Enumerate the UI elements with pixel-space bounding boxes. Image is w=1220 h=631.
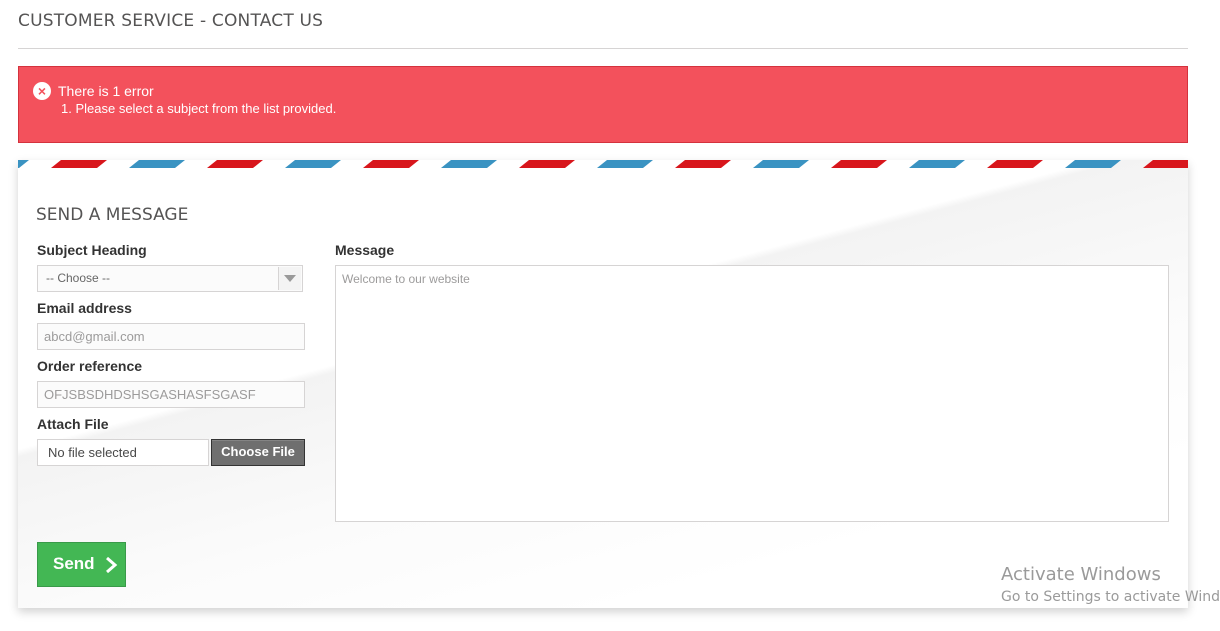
subject-selected-value: -- Choose -- [46, 271, 111, 285]
send-button[interactable]: Send [37, 542, 126, 587]
airmail-stripe [129, 160, 185, 168]
attach-file-label: Attach File [37, 416, 109, 432]
airmail-stripe [909, 160, 965, 168]
airmail-stripe [675, 160, 731, 168]
activate-windows-title: Activate Windows [1001, 564, 1161, 585]
email-label: Email address [37, 300, 132, 316]
airmail-stripe [831, 160, 887, 168]
order-reference-field[interactable]: OFJSBSDHDSHSGASHASFSGASF [37, 381, 305, 408]
airmail-stripe [51, 160, 107, 168]
subject-select[interactable]: -- Choose -- [37, 265, 303, 292]
subject-label: Subject Heading [37, 242, 147, 258]
airmail-stripe [1143, 160, 1188, 168]
airmail-stripe [285, 160, 341, 168]
error-alert: × There is 1 error 1. Please select a su… [18, 66, 1188, 143]
airmail-border [18, 160, 1188, 168]
order-reference-label: Order reference [37, 358, 143, 374]
send-label: Send [53, 554, 95, 573]
airmail-stripe [363, 160, 419, 168]
contact-page: CUSTOMER SERVICE - CONTACT US × There is… [0, 0, 1220, 631]
airmail-stripe [1065, 160, 1121, 168]
alert-error-item: 1. Please select a subject from the list… [61, 101, 337, 116]
form-heading: SEND A MESSAGE [36, 205, 189, 225]
alert-title: There is 1 error [58, 83, 154, 99]
message-label: Message [335, 242, 395, 258]
email-field[interactable]: abcd@gmail.com [37, 323, 305, 350]
chevron-right-icon [106, 557, 118, 573]
choose-file-button[interactable]: Choose File [211, 439, 305, 466]
contact-form-panel: SEND A MESSAGE Subject Heading -- Choose… [18, 160, 1188, 608]
airmail-stripe [18, 160, 29, 168]
airmail-stripe [519, 160, 575, 168]
airmail-stripe [987, 160, 1043, 168]
message-textarea[interactable]: Welcome to our website [335, 265, 1169, 522]
activate-windows-subtitle: Go to Settings to activate Windows. [1001, 589, 1220, 605]
airmail-stripe [597, 160, 653, 168]
chevron-down-icon[interactable] [278, 267, 301, 290]
error-circle-x-icon: × [33, 82, 51, 100]
file-name-display: No file selected [37, 439, 209, 466]
airmail-stripe [753, 160, 809, 168]
airmail-stripe [441, 160, 497, 168]
page-title: CUSTOMER SERVICE - CONTACT US [18, 10, 1188, 49]
airmail-stripe [207, 160, 263, 168]
